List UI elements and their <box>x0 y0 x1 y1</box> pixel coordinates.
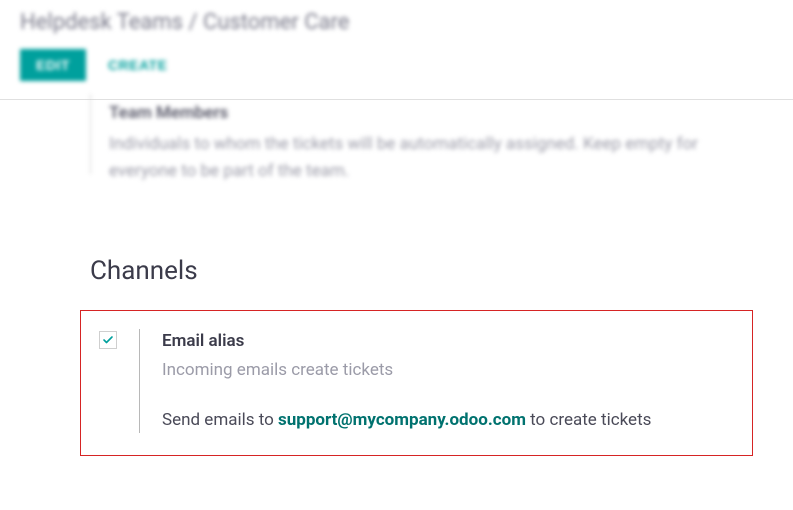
desc-prefix: Send emails to <box>162 410 278 430</box>
create-button[interactable]: CREATE <box>100 49 176 81</box>
team-members-label: Team Members <box>109 100 759 127</box>
email-alias-row: Email alias Incoming emails create ticke… <box>80 310 753 457</box>
edit-button[interactable]: EDIT <box>20 49 86 81</box>
section-bar <box>90 94 91 174</box>
email-alias-body: Email alias Incoming emails create ticke… <box>162 329 734 434</box>
email-alias-checkbox[interactable] <box>99 331 117 349</box>
email-alias-subtitle: Incoming emails create tickets <box>162 358 734 384</box>
email-alias-address: support@mycompany.odoo.com <box>278 410 526 430</box>
email-alias-description: Send emails to support@mycompany.odoo.co… <box>162 408 734 434</box>
content: Team Members Individuals to whom the tic… <box>0 94 793 456</box>
email-alias-title: Email alias <box>162 329 734 355</box>
checkbox-cell <box>99 329 117 349</box>
team-members-section: Team Members Individuals to whom the tic… <box>40 94 793 186</box>
channels-heading: Channels <box>90 256 793 286</box>
check-icon <box>102 334 114 346</box>
vertical-separator <box>139 329 140 434</box>
header-area: Helpdesk Teams / Customer Care EDIT CREA… <box>0 0 793 81</box>
team-members-text: Team Members Individuals to whom the tic… <box>109 94 759 186</box>
toolbar: EDIT CREATE <box>20 49 773 81</box>
breadcrumb[interactable]: Helpdesk Teams / Customer Care <box>20 10 773 35</box>
team-members-description: Individuals to whom the tickets will be … <box>109 131 759 185</box>
desc-suffix: to create tickets <box>526 410 651 430</box>
